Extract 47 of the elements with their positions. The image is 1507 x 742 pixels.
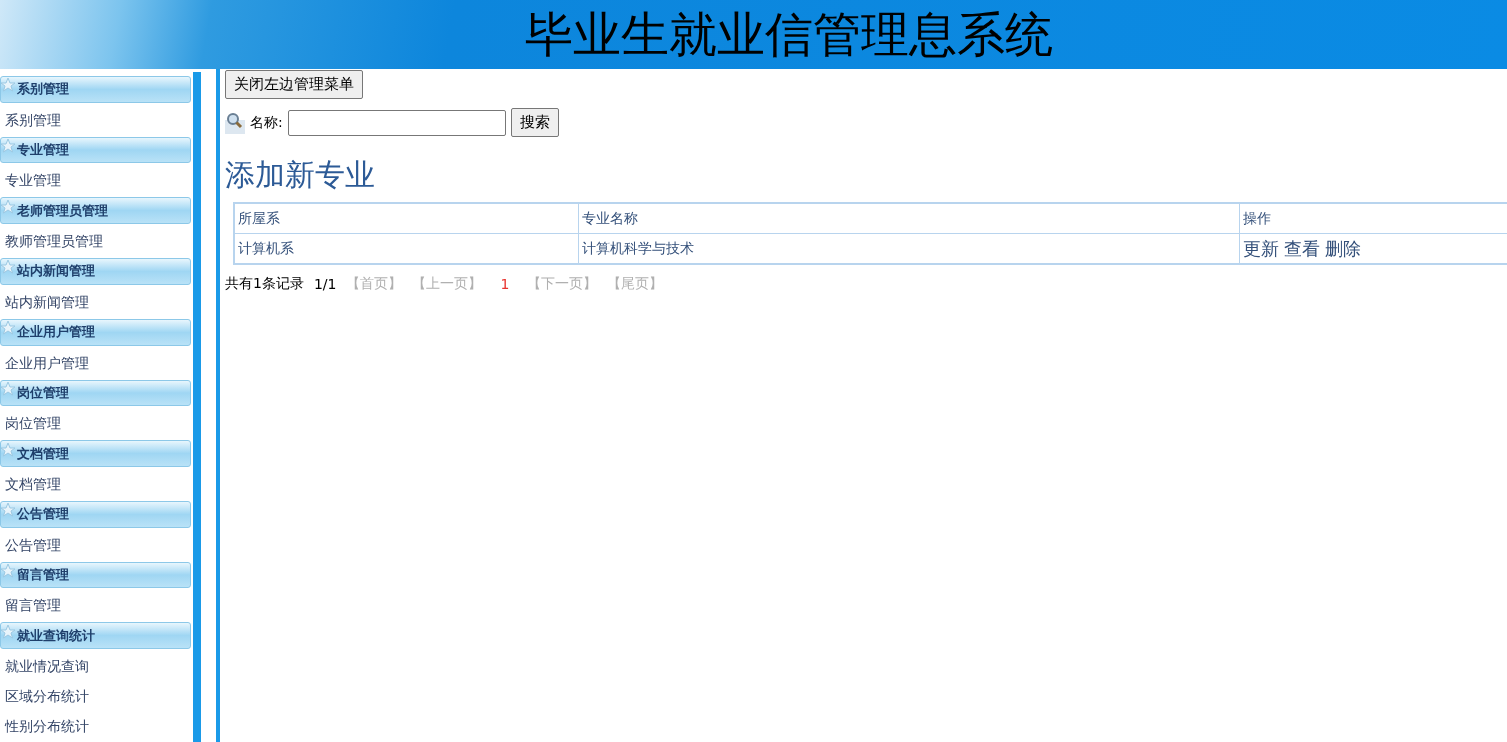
menu-item[interactable]: 岗位管理: [0, 408, 193, 439]
menu-group-header[interactable]: 文档管理: [0, 440, 191, 467]
page-number: 1/1: [313, 276, 337, 292]
star-icon: [1, 624, 15, 639]
star-icon: [1, 563, 15, 578]
page-heading: 添加新专业: [225, 156, 376, 194]
system-title: 毕业生就业信管理息系统: [524, 4, 1053, 64]
search-button[interactable]: 搜索: [510, 108, 559, 137]
menu-group-header[interactable]: 企业用户管理: [0, 318, 191, 346]
menu-item[interactable]: 站内新闻管理: [0, 286, 193, 317]
star-icon: [1, 442, 15, 457]
name-label: 名称:: [250, 113, 283, 132]
menu-item[interactable]: 就业情况查询: [0, 651, 193, 682]
current-page[interactable]: 1: [500, 276, 510, 292]
menu-item[interactable]: 专业管理: [0, 165, 193, 196]
star-icon: [1, 381, 15, 396]
menu-item[interactable]: 教师管理员管理: [0, 226, 193, 257]
column-header: 专业名称: [578, 203, 1240, 234]
menu-group-header[interactable]: 公告管理: [0, 500, 191, 528]
menu-item[interactable]: 系别管理: [0, 104, 193, 135]
menu-group-header[interactable]: 系别管理: [0, 76, 191, 103]
menu-item[interactable]: 区域分布统计: [0, 681, 193, 712]
record-count: 共有1条记录: [225, 275, 304, 293]
menu-group-header[interactable]: 站内新闻管理: [0, 258, 191, 285]
action-link[interactable]: 更新: [1243, 237, 1279, 259]
menu-group-header[interactable]: 就业查询统计: [0, 622, 191, 650]
column-header: 所屋系: [234, 203, 579, 234]
star-icon: [1, 321, 15, 336]
menu-item[interactable]: 文档管理: [0, 468, 193, 499]
menu-item[interactable]: 企业用户管理: [0, 347, 193, 378]
star-icon: [1, 503, 15, 518]
menu-item[interactable]: 性别分布统计: [0, 711, 193, 742]
menu-item[interactable]: 公告管理: [0, 529, 193, 560]
search-icon: [225, 111, 245, 134]
name-field[interactable]: [287, 109, 506, 136]
toggle-menu-button[interactable]: 关闭左边管理菜单: [225, 70, 363, 99]
star-icon: [1, 78, 15, 93]
action-link[interactable]: 删除: [1325, 237, 1361, 259]
menu-group-header[interactable]: 留言管理: [0, 561, 191, 589]
menu-group-header[interactable]: 老师管理员管理: [0, 197, 191, 225]
menu-group-header[interactable]: 专业管理: [0, 136, 191, 164]
star-icon: [1, 139, 15, 154]
star-icon: [1, 199, 15, 214]
menu-group-header[interactable]: 岗位管理: [0, 379, 191, 407]
star-icon: [1, 260, 15, 275]
action-link[interactable]: 查看: [1284, 237, 1320, 259]
menu-item[interactable]: 留言管理: [0, 590, 193, 621]
